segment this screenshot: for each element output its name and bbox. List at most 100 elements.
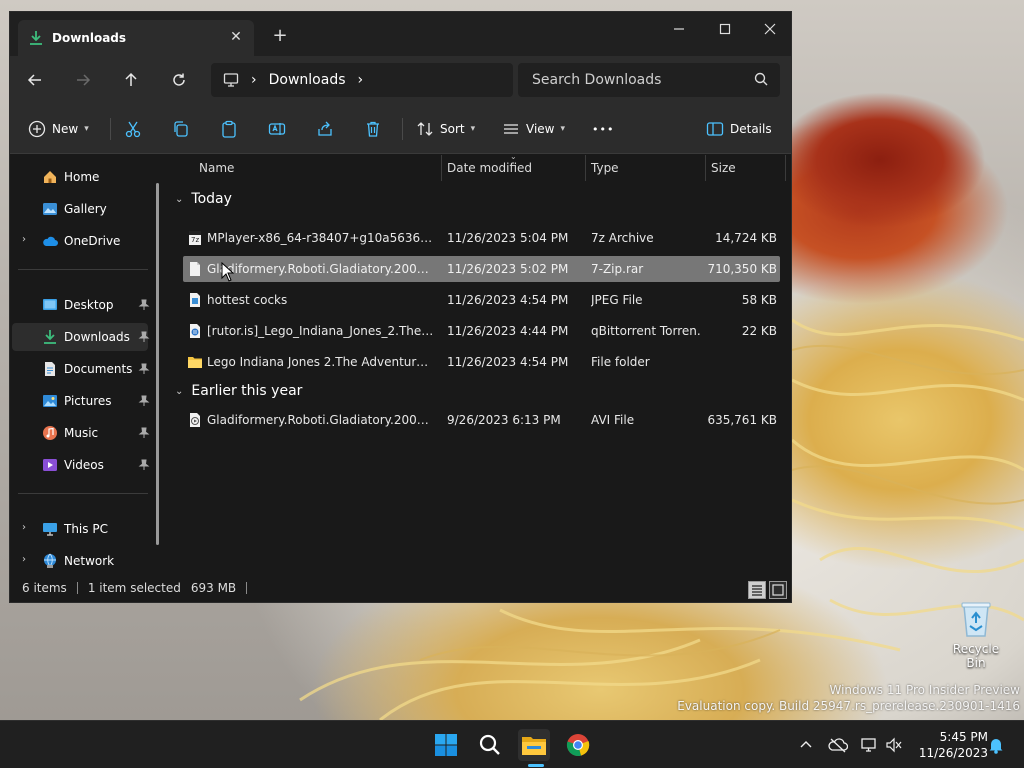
- sidebar-scrollbar[interactable]: [156, 183, 159, 545]
- toolbar-divider: [402, 118, 403, 140]
- minimize-icon: [674, 28, 684, 30]
- search-placeholder: Search Downloads: [532, 72, 662, 88]
- address-field[interactable]: › Downloads ›: [211, 63, 513, 97]
- view-button[interactable]: View ▾: [502, 116, 565, 142]
- column-divider[interactable]: [785, 155, 786, 181]
- chrome-taskbar-button[interactable]: [562, 729, 594, 761]
- sidebar-item-this-pc[interactable]: › This PC: [12, 515, 148, 543]
- group-header-earlier[interactable]: ⌄ Earlier this year: [175, 379, 302, 403]
- list-view-icon: [504, 124, 518, 134]
- show-hidden-icons-button[interactable]: [796, 735, 816, 755]
- column-header-type[interactable]: Type: [585, 155, 705, 181]
- pin-icon[interactable]: [138, 299, 150, 311]
- svg-text:7z: 7z: [191, 236, 199, 244]
- close-window-button[interactable]: [747, 14, 791, 44]
- copy-button[interactable]: [172, 116, 196, 142]
- recycle-bin-shortcut[interactable]: Recycle Bin: [944, 598, 1008, 670]
- breadcrumb-downloads[interactable]: Downloads: [269, 72, 346, 88]
- chrome-icon: [566, 734, 590, 757]
- tab-title: Downloads: [52, 31, 127, 45]
- group-header-today[interactable]: ⌄ Today: [175, 187, 232, 211]
- status-bar: 6 items 1 item selected 693 MB: [10, 573, 791, 602]
- details-pane-icon: [706, 122, 724, 136]
- back-button[interactable]: [20, 66, 50, 94]
- column-header-size[interactable]: Size: [705, 155, 785, 181]
- music-icon: [43, 426, 57, 440]
- file-row[interactable]: hottest cocks 11/26/2023 4:54 PM JPEG Fi…: [183, 287, 780, 313]
- system-clock[interactable]: 5:45 PM 11/26/2023: [919, 729, 988, 761]
- file-list: Name Date modified ⌄ Type Size ⌄ Today 7…: [167, 152, 791, 585]
- file-row[interactable]: 7z MPlayer-x86_64-r38407+g10a56363a7 11/…: [183, 225, 780, 251]
- network-icon: [44, 553, 56, 568]
- sidebar-item-videos[interactable]: Videos: [12, 451, 150, 479]
- sidebar-item-gallery[interactable]: Gallery: [12, 195, 148, 223]
- file-row[interactable]: Gladiformery.Roboti.Gladiatory.2007.Xvi.…: [183, 407, 780, 433]
- gallery-icon: [43, 203, 57, 215]
- delete-button[interactable]: [364, 116, 388, 142]
- home-icon: [44, 171, 56, 183]
- maximize-button[interactable]: [702, 14, 748, 44]
- sidebar-item-pictures[interactable]: Pictures: [12, 387, 150, 415]
- start-button[interactable]: [430, 729, 462, 761]
- notifications-button[interactable]: [986, 735, 1006, 755]
- pin-icon[interactable]: [138, 459, 150, 471]
- search-input[interactable]: Search Downloads: [518, 63, 780, 97]
- cut-button[interactable]: [124, 116, 148, 142]
- sidebar-item-network[interactable]: › Network: [12, 547, 148, 575]
- tiles-view-icon: [772, 584, 784, 596]
- share-button[interactable]: [316, 116, 340, 142]
- sidebar-item-documents[interactable]: Documents: [12, 355, 150, 383]
- tray-onedrive[interactable]: [828, 735, 848, 755]
- title-bar: Downloads ✕ +: [10, 12, 791, 56]
- column-header-name[interactable]: Name: [193, 155, 441, 181]
- plus-circle-icon: [28, 120, 46, 138]
- tray-network[interactable]: [860, 735, 880, 755]
- paste-button[interactable]: [220, 116, 244, 142]
- tab-close-button[interactable]: ✕: [228, 29, 244, 45]
- file-row-selected[interactable]: Gladiformery.Roboti.Gladiatory.2007.Xvi.…: [183, 256, 780, 282]
- pin-icon[interactable]: [138, 331, 150, 343]
- file-explorer-taskbar-button[interactable]: [518, 729, 550, 761]
- tray-volume[interactable]: [884, 735, 904, 755]
- tiles-view-button[interactable]: [769, 581, 787, 599]
- close-icon: [764, 23, 776, 35]
- breadcrumb-separator[interactable]: ›: [251, 72, 257, 88]
- folder-icon: [522, 737, 546, 755]
- forward-button[interactable]: [68, 66, 98, 94]
- watermark-edition: Windows 11 Pro Insider Preview: [829, 683, 1020, 697]
- videos-icon: [43, 459, 57, 471]
- pin-icon[interactable]: [138, 427, 150, 439]
- pin-icon[interactable]: [138, 395, 150, 407]
- new-tab-button[interactable]: +: [268, 25, 292, 49]
- chevron-right-icon[interactable]: ›: [22, 234, 26, 245]
- details-pane-button[interactable]: Details: [706, 116, 772, 142]
- sidebar-item-home[interactable]: Home: [12, 163, 148, 191]
- breadcrumb-chevron[interactable]: ›: [358, 72, 364, 88]
- details-view-button[interactable]: [748, 581, 766, 599]
- chevron-right-icon[interactable]: ›: [22, 522, 26, 533]
- file-row[interactable]: Lego Indiana Jones 2.The Adventure Con..…: [183, 349, 780, 375]
- sort-button[interactable]: Sort ▾: [416, 116, 475, 142]
- up-button[interactable]: [116, 66, 146, 94]
- bell-icon: [989, 739, 1003, 754]
- pin-icon[interactable]: [138, 363, 150, 375]
- chevron-right-icon[interactable]: ›: [22, 554, 26, 565]
- sort-indicator-icon: ⌄: [510, 152, 517, 161]
- more-options-button[interactable]: •••: [592, 116, 614, 142]
- new-button[interactable]: New ▾: [28, 116, 89, 142]
- sidebar-item-downloads[interactable]: Downloads: [12, 323, 150, 351]
- rename-button[interactable]: [268, 116, 292, 142]
- view-label: View: [526, 122, 555, 136]
- file-row[interactable]: [rutor.is]_Lego_Indiana_Jones_2.The_Adv.…: [183, 318, 780, 344]
- refresh-button[interactable]: [164, 66, 194, 94]
- minimize-button[interactable]: [656, 14, 702, 44]
- tab-downloads[interactable]: Downloads ✕: [18, 20, 254, 56]
- sidebar-item-music[interactable]: Music: [12, 419, 150, 447]
- sidebar-item-desktop[interactable]: Desktop: [12, 291, 150, 319]
- clock-time: 5:45 PM: [939, 730, 988, 744]
- search-taskbar-button[interactable]: [474, 729, 506, 761]
- download-icon: [44, 330, 56, 344]
- search-icon: [479, 734, 500, 755]
- sidebar-item-onedrive[interactable]: › OneDrive: [12, 227, 148, 255]
- desktop-icon: [43, 299, 57, 310]
